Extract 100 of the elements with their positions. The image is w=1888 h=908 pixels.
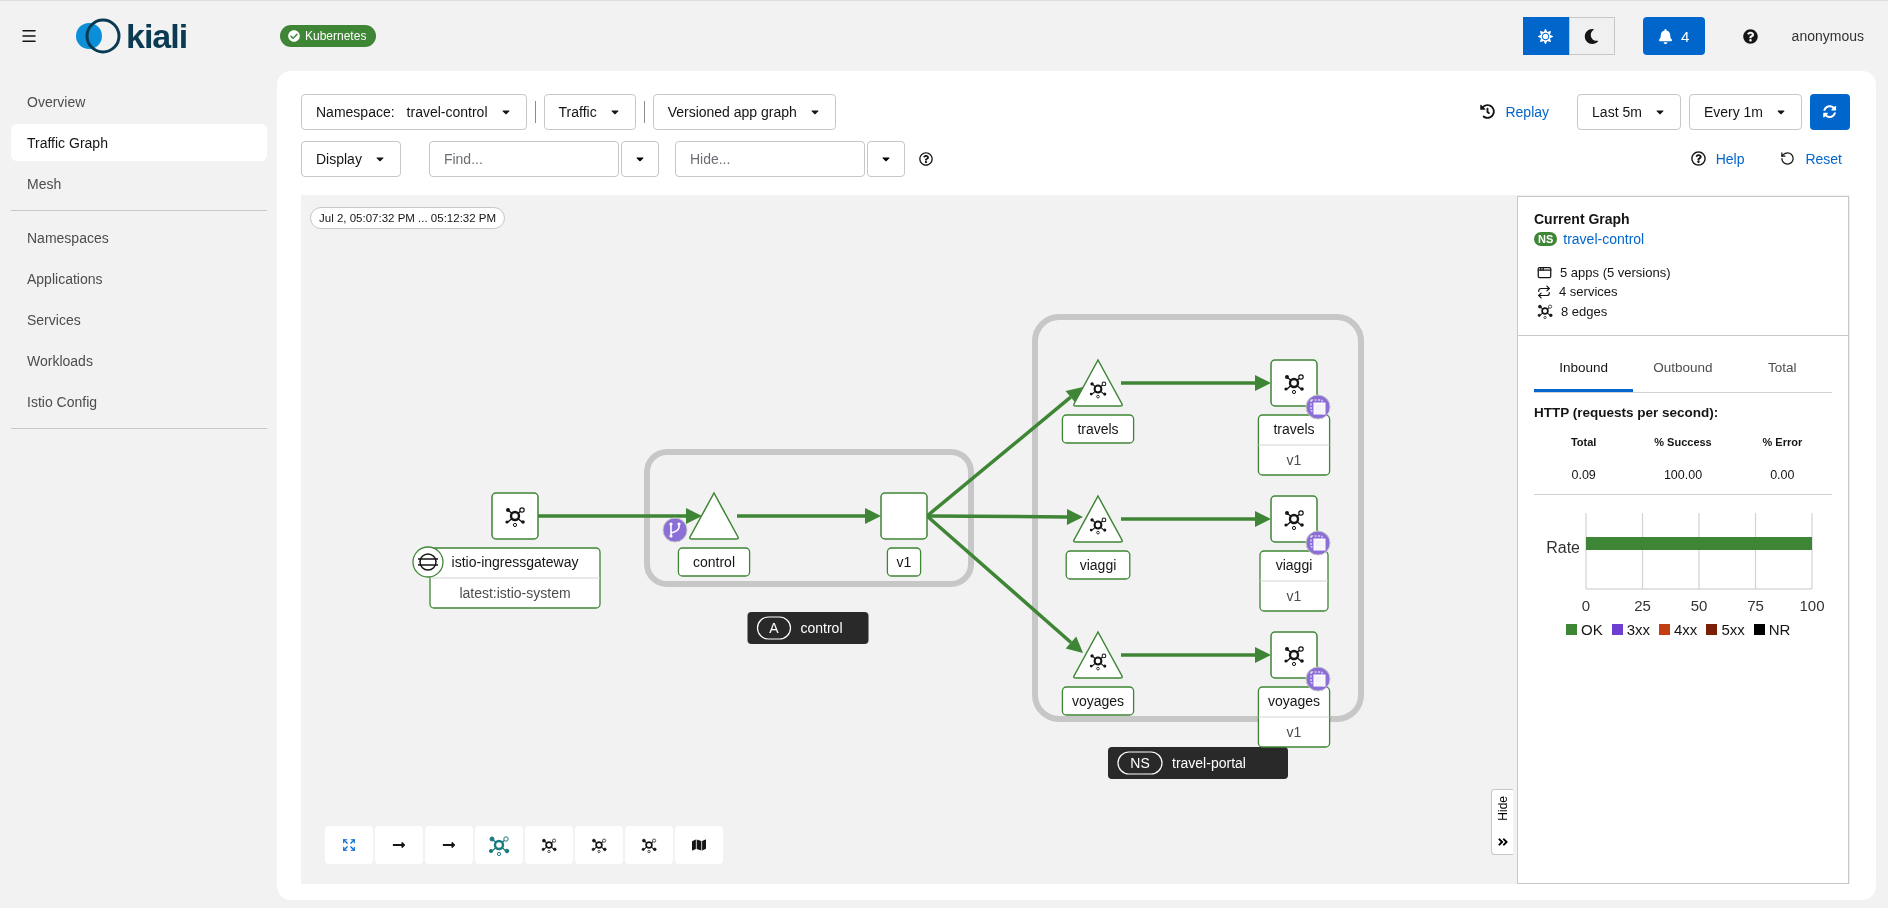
notifications-button[interactable]: 4: [1642, 17, 1705, 55]
refresh-dropdown[interactable]: Every 1m: [1688, 93, 1802, 130]
node-label: travels v1: [1257, 414, 1331, 476]
tick-label: 25: [1634, 597, 1651, 614]
edge-arrow[interactable]: [538, 508, 702, 524]
nav-item[interactable]: Traffic Graph: [11, 124, 267, 161]
apps-icon: [1537, 265, 1552, 280]
edge-arrow[interactable]: [927, 508, 1083, 525]
legend-item: OK: [1566, 621, 1603, 638]
duration-dropdown[interactable]: Last 5m: [1577, 93, 1681, 130]
node-label: viaggi v1: [1259, 550, 1329, 612]
topology-icon: [591, 837, 607, 853]
hide-field[interactable]: Hide...: [674, 140, 865, 177]
column-header: Total: [1569, 436, 1598, 448]
workload-node[interactable]: [491, 492, 539, 540]
legend-item: 3xx: [1611, 621, 1651, 638]
nav-item[interactable]: Services: [11, 301, 267, 338]
traffic-dropdown[interactable]: Traffic: [543, 93, 636, 130]
nav-item[interactable]: Namespaces: [11, 219, 267, 256]
display-dropdown[interactable]: Display: [301, 140, 401, 177]
panel-tab[interactable]: Total: [1732, 346, 1832, 392]
moon-icon: [1584, 28, 1600, 44]
stat-text: 4 services: [1559, 284, 1618, 299]
services-icon: [1537, 284, 1551, 299]
help-icon[interactable]: [1742, 28, 1758, 44]
reset-link[interactable]: Reset: [1772, 150, 1850, 167]
legend-item: 5xx: [1706, 621, 1745, 638]
namespace-link[interactable]: travel-control: [1563, 231, 1645, 247]
edge-arrow[interactable]: [737, 508, 881, 524]
double-chevron-icon: [1496, 836, 1509, 848]
bell-icon: [1657, 28, 1673, 44]
node-label: voyages: [1061, 686, 1135, 716]
service-node[interactable]: [1073, 495, 1123, 543]
edge-arrow[interactable]: [1121, 647, 1271, 663]
nav-item[interactable]: Overview: [11, 83, 267, 120]
node-label: istio-ingressgateway latest:istio-system: [429, 547, 601, 609]
layout-tool-button[interactable]: [525, 826, 573, 864]
stat-text: 5 apps (5 versions): [1560, 265, 1671, 280]
app-node[interactable]: [880, 492, 928, 540]
edge-arrow[interactable]: [1121, 511, 1271, 527]
refresh-icon: [1823, 104, 1837, 119]
node-label: control: [677, 547, 751, 577]
service-node[interactable]: [1073, 631, 1123, 679]
node-label: travels: [1061, 414, 1135, 444]
namespace-badge: NS: [1534, 232, 1558, 246]
edge-arrow[interactable]: [1121, 375, 1271, 391]
tick-label: 75: [1747, 597, 1764, 614]
tick-label: 50: [1690, 597, 1708, 614]
help-link[interactable]: Help: [1682, 150, 1753, 167]
tick-label: 100: [1799, 597, 1825, 614]
node-label: voyages v1: [1257, 686, 1331, 748]
replay-link[interactable]: Replay: [1472, 103, 1558, 120]
topology-icon: [641, 837, 657, 853]
group-label: NS travel-portal: [1108, 747, 1288, 779]
node-label: viaggi: [1065, 550, 1131, 580]
nav-item[interactable]: Applications: [11, 260, 267, 297]
history-icon: [1480, 104, 1496, 119]
section-title: HTTP (requests per second):: [1534, 405, 1720, 420]
sun-icon: [1538, 28, 1554, 44]
fit-tool-button[interactable]: [325, 826, 373, 864]
topology-icon: [1537, 303, 1553, 319]
menu-icon[interactable]: [20, 27, 38, 45]
column-header: % Success: [1653, 436, 1713, 448]
graph-type-dropdown[interactable]: Versioned app graph: [652, 93, 836, 130]
table-cell-text: 100.00: [1662, 468, 1704, 482]
nav-item[interactable]: Workloads: [11, 342, 267, 379]
user-name[interactable]: anonymous: [1791, 28, 1864, 44]
table-cell-text: 0.09: [1570, 468, 1597, 482]
legend-item: NR: [1753, 621, 1791, 638]
cluster-badge: Kubernetes: [280, 25, 377, 47]
light-theme-button[interactable]: [1522, 17, 1569, 55]
nav-item[interactable]: Mesh: [11, 165, 267, 202]
panel-tab[interactable]: Outbound: [1633, 346, 1733, 392]
panel-tab[interactable]: Inbound: [1534, 346, 1634, 392]
stat-text: 8 edges: [1561, 303, 1608, 319]
topology-icon: [488, 834, 510, 856]
map-tool-button[interactable]: [675, 826, 723, 864]
legend-item: 4xx: [1659, 621, 1698, 638]
column-header: % Error: [1761, 436, 1804, 448]
namespace-dropdown[interactable]: Namespace: travel-control: [301, 93, 527, 130]
layout-tool-button[interactable]: [575, 826, 623, 864]
find-field[interactable]: Find...: [428, 140, 619, 177]
layout-tool-button[interactable]: [475, 826, 523, 864]
map-icon: [692, 838, 706, 852]
refresh-button[interactable]: [1810, 93, 1850, 130]
service-node[interactable]: [1073, 359, 1123, 407]
help-icon[interactable]: [918, 151, 933, 166]
check-icon: [288, 30, 300, 42]
logo-text: kiali: [126, 16, 188, 56]
tick-label: 0: [1581, 597, 1591, 614]
category-label: Rate: [1546, 539, 1580, 556]
dark-theme-button[interactable]: [1568, 17, 1615, 55]
table-cell-text: 0.00: [1769, 468, 1796, 482]
nav-item[interactable]: Istio Config: [11, 383, 267, 420]
group-label: A control: [747, 612, 869, 644]
layout-tool-button[interactable]: [625, 826, 673, 864]
hide-panel-tab[interactable]: Hide: [1491, 789, 1513, 855]
help-icon: [1690, 151, 1706, 166]
service-node[interactable]: [689, 492, 739, 540]
panel-title: Current Graph: [1534, 211, 1631, 227]
